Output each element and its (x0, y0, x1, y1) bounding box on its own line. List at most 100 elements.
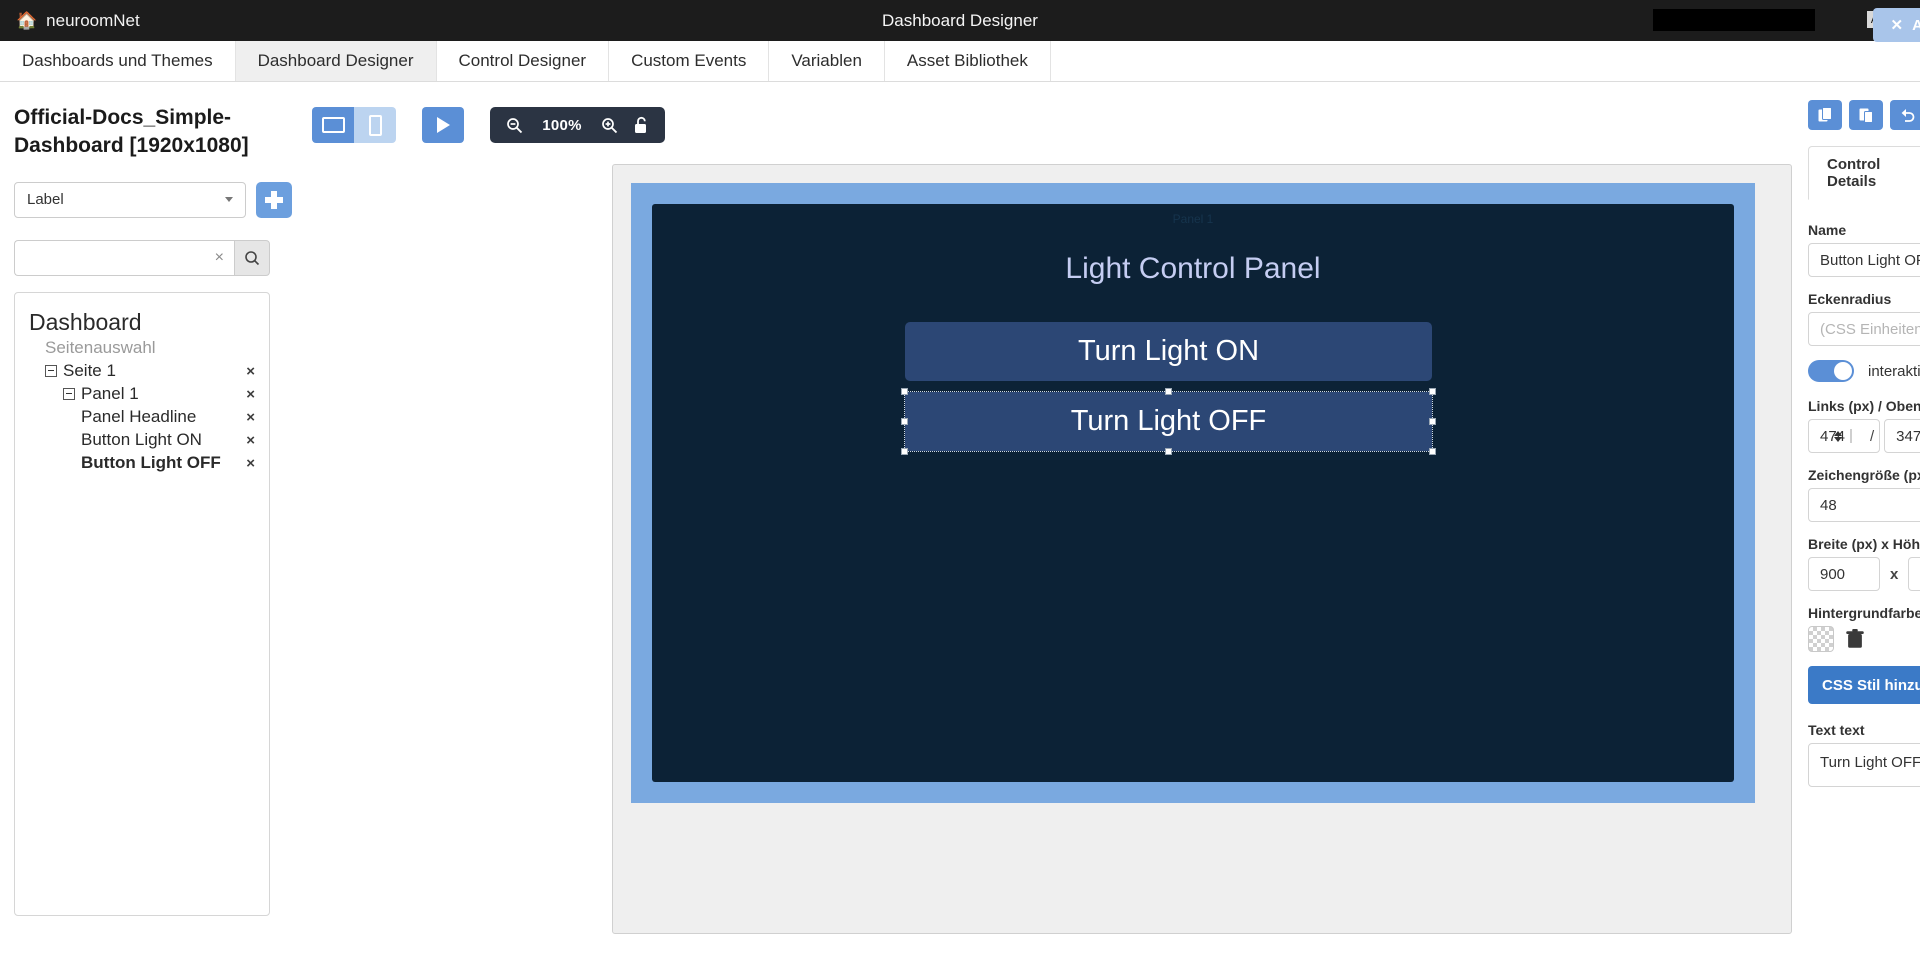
corner-radius-input[interactable] (1808, 312, 1920, 346)
resize-handle-s[interactable] (1165, 448, 1172, 455)
tree-item-panel-headline[interactable]: Panel Headline × (29, 406, 255, 429)
element-picker-row: Label (14, 181, 300, 218)
remove-icon[interactable]: × (236, 386, 255, 403)
width-input[interactable] (1808, 557, 1880, 591)
canvas-toolbar: 100% (312, 107, 665, 143)
remove-icon[interactable]: × (236, 455, 255, 472)
cancel-label: Abbrechen (1912, 16, 1920, 34)
height-input[interactable] (1908, 557, 1920, 591)
field-font-size: Zeichengröße (px) (1808, 467, 1920, 522)
add-css-style-button[interactable]: CSS Stil hinzufügen (1808, 666, 1920, 704)
remove-icon[interactable]: × (236, 409, 255, 426)
tree-item-seite-1[interactable]: Seite 1 × (29, 360, 255, 383)
resize-handle-nw[interactable] (901, 388, 908, 395)
zoom-controls: 100% (490, 107, 665, 143)
resize-handle-w[interactable] (901, 418, 908, 425)
resize-handle-e[interactable] (1429, 418, 1436, 425)
phone-icon (368, 114, 382, 136)
device-desktop-button[interactable] (312, 107, 354, 143)
preview-button[interactable] (422, 107, 464, 143)
lock-button[interactable] (634, 116, 649, 134)
position-separator: / (1870, 427, 1875, 445)
field-background-color: Hintergrundfarbe (1808, 605, 1920, 652)
nav-tab-asset-bibliothek[interactable]: Asset Bibliothek (885, 41, 1051, 81)
control-button-light-off[interactable]: Turn Light OFF (905, 392, 1432, 451)
tree-item-label: Button Light OFF (81, 453, 221, 473)
paste-icon (1859, 108, 1873, 123)
inspector-tabs: Control Details Basic Controls Parameter (1808, 146, 1920, 200)
undo-icon (1901, 109, 1914, 122)
zoom-out-button[interactable] (506, 117, 523, 134)
nav-tab-control-designer[interactable]: Control Designer (437, 41, 610, 81)
resize-handle-sw[interactable] (901, 448, 908, 455)
nav-tab-custom-events[interactable]: Custom Events (609, 41, 770, 81)
color-swatch[interactable] (1808, 626, 1834, 652)
device-mobile-button[interactable] (354, 107, 396, 143)
device-toggle (312, 107, 396, 143)
page-frame[interactable]: Panel 1 Light Control Panel Turn Light O… (631, 183, 1755, 803)
undo-button[interactable] (1890, 100, 1920, 130)
panel-label: Panel 1 (1172, 212, 1214, 226)
name-input[interactable] (1808, 243, 1920, 277)
close-icon: ✕ (1890, 17, 1904, 34)
tree-item-label: Panel Headline (81, 407, 197, 427)
monitor-icon (321, 117, 345, 133)
field-size: Breite (px) x Höhe (px) x (1808, 536, 1920, 591)
remove-icon[interactable]: × (236, 363, 255, 380)
position-left-stepper[interactable] (1834, 430, 1842, 442)
field-size-label: Breite (px) x Höhe (px) (1808, 536, 1920, 552)
collapse-toggle-icon[interactable] (63, 388, 75, 401)
unlock-icon (635, 116, 646, 133)
tree-item-label: Panel 1 (81, 384, 139, 404)
font-size-input[interactable] (1808, 488, 1920, 522)
redacted-user-field (1653, 9, 1815, 31)
design-canvas[interactable]: Panel 1 Light Control Panel Turn Light O… (612, 164, 1792, 934)
zoom-level-value: 100% (542, 116, 582, 134)
zoom-in-button[interactable] (601, 117, 618, 134)
remove-icon[interactable]: × (236, 432, 255, 449)
inspector-panel: ✕ Abbrechen Speichern ? (1792, 8, 1920, 964)
copy-button[interactable] (1808, 100, 1842, 130)
tree-item-button-light-off[interactable]: Button Light OFF × (29, 452, 255, 475)
search-button[interactable] (234, 239, 270, 276)
cancel-button[interactable]: ✕ Abbrechen (1872, 8, 1920, 42)
clear-background-button[interactable] (1846, 629, 1864, 649)
control-button-light-on[interactable]: Turn Light ON (905, 322, 1432, 381)
nav-tab-dashboard-designer[interactable]: Dashboard Designer (235, 41, 437, 81)
field-text-label: Text text (1808, 722, 1865, 738)
element-tree: Dashboard Seitenauswahl Seite 1 × Panel … (14, 291, 270, 916)
text-textarea[interactable] (1808, 743, 1920, 787)
background-color-row (1808, 626, 1920, 652)
resize-handle-n[interactable] (1165, 388, 1172, 395)
tree-item-label: Button Light ON (81, 430, 202, 450)
field-corner-label: Eckenradius (1808, 291, 1892, 307)
field-position: Links (px) / Oben (px) / (1808, 398, 1920, 453)
zoom-out-icon (507, 117, 523, 133)
clear-icon[interactable]: × (215, 249, 224, 267)
add-element-button[interactable] (256, 181, 292, 218)
search-input[interactable]: × (14, 239, 234, 276)
panel-headline[interactable]: Light Control Panel (652, 252, 1734, 286)
tree-root-label[interactable]: Dashboard (29, 309, 255, 336)
element-type-select[interactable]: Label (14, 181, 246, 218)
header-actions: ✕ Abbrechen Speichern ? (1872, 8, 1920, 42)
position-top-input[interactable] (1884, 419, 1920, 453)
paste-button[interactable] (1849, 100, 1883, 130)
canvas-column: 100% Panel 1 Light Control Panel Turn Li… (300, 82, 1792, 964)
tree-item-button-light-on[interactable]: Button Light ON × (29, 429, 255, 452)
tab-control-details[interactable]: Control Details (1808, 146, 1920, 200)
nav-tab-variablen[interactable]: Variablen (769, 41, 885, 81)
dashboard-title: Official-Docs_Simple-Dashboard [1920x108… (14, 106, 249, 157)
resize-handle-ne[interactable] (1429, 388, 1436, 395)
panel-1[interactable]: Panel 1 Light Control Panel Turn Light O… (652, 204, 1734, 782)
field-text: Text text (1808, 722, 1920, 792)
brand-label: neuroomNet (46, 10, 140, 30)
collapse-toggle-icon[interactable] (45, 365, 57, 378)
tree-item-panel-1[interactable]: Panel 1 × (29, 383, 255, 406)
resize-handle-se[interactable] (1429, 448, 1436, 455)
interactive-toggle[interactable] (1808, 360, 1854, 382)
nav-tab-dashboards-themes[interactable]: Dashboards und Themes (0, 41, 236, 81)
brand[interactable]: 🏠 neuroomNet (0, 11, 140, 31)
field-background-label: Hintergrundfarbe (1808, 605, 1920, 621)
size-separator: x (1890, 565, 1899, 583)
